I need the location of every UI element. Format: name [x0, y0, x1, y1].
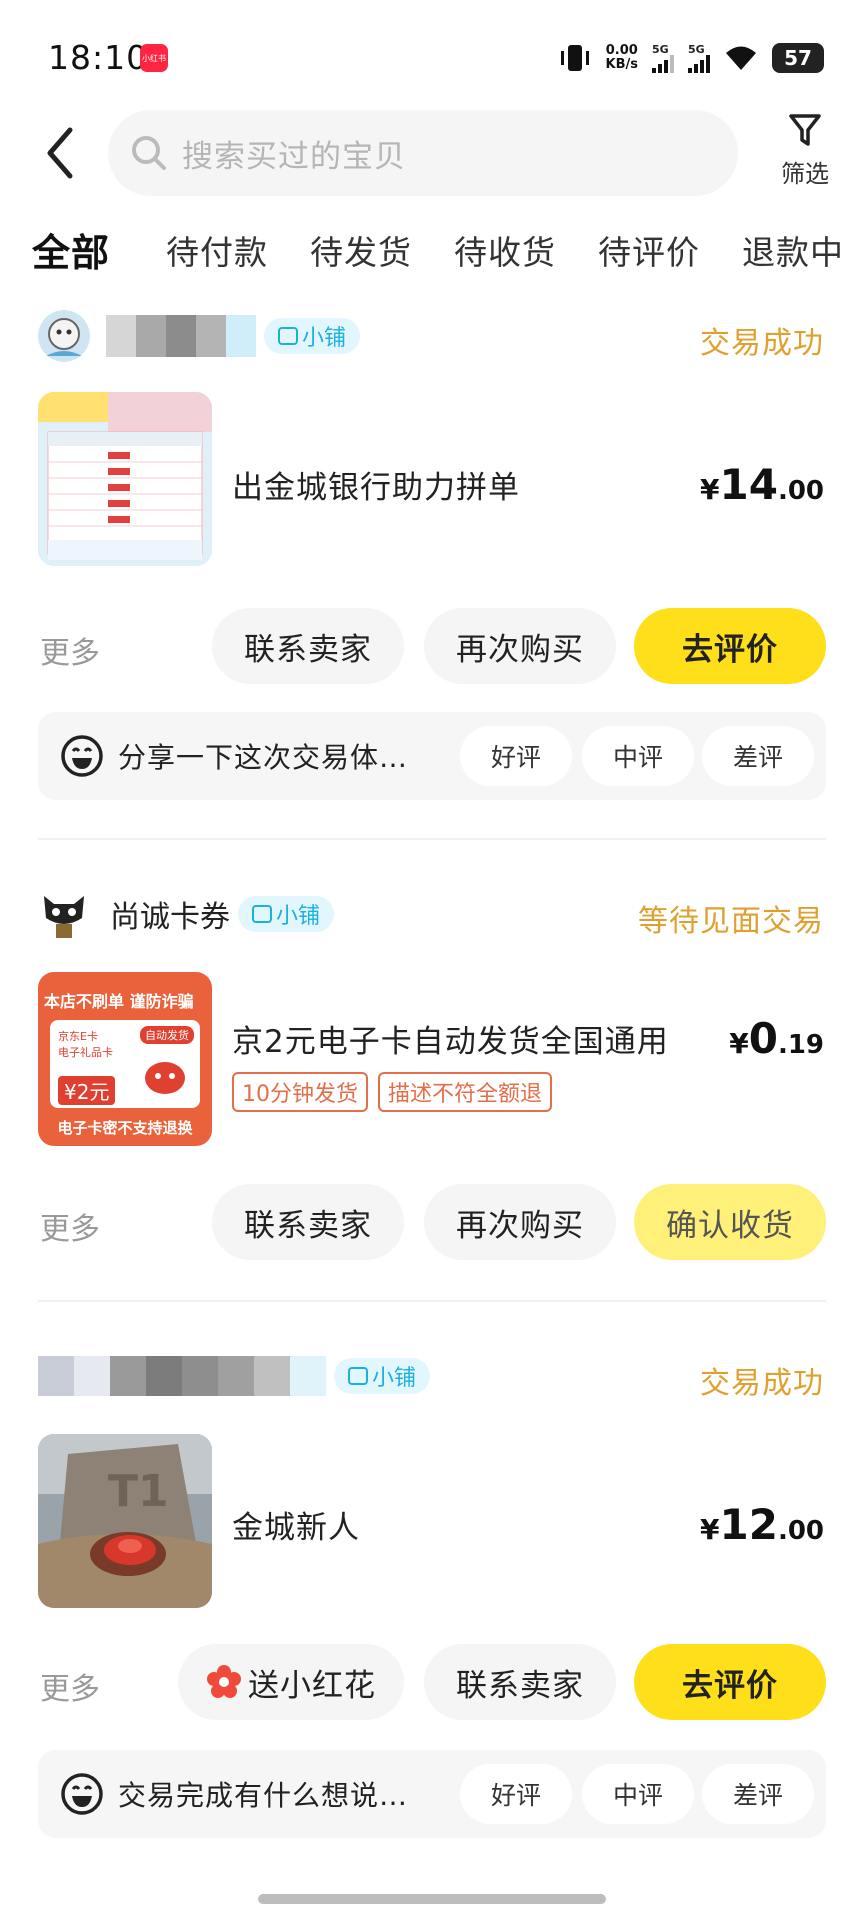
store-tag: 小铺	[334, 1358, 431, 1394]
mascot-icon	[145, 1062, 185, 1094]
order-status: 等待见面交易	[638, 904, 824, 939]
bad-rating-button[interactable]: 差评	[702, 1764, 814, 1824]
quick-review-bar: 交易完成有什么想说… 好评 中评 差评	[38, 1750, 826, 1838]
app-notification-badge: 小红书	[140, 44, 168, 72]
card-amount: ¥2元	[58, 1076, 116, 1105]
vibrate-icon	[560, 45, 589, 71]
more-button[interactable]: 更多	[40, 628, 100, 672]
quick-review-bar: 分享一下这次交易体… 好评 中评 差评	[38, 712, 826, 800]
filter-funnel-icon	[789, 114, 821, 146]
buy-again-button[interactable]: 再次购买	[424, 1184, 616, 1260]
tab-pending-shipment[interactable]: 待发货	[310, 226, 412, 274]
neutral-rating-button[interactable]: 中评	[582, 1764, 694, 1824]
product-price: ¥14.00	[700, 460, 824, 509]
contact-seller-button[interactable]: 联系卖家	[212, 1184, 404, 1260]
store-tag-icon	[278, 327, 298, 345]
product-title[interactable]: 京2元电子卡自动发货全国通用	[232, 1016, 669, 1061]
search-icon	[132, 136, 166, 170]
auto-ship-label: 自动发货	[140, 1026, 194, 1044]
product-thumbnail[interactable]: T1	[38, 1434, 212, 1608]
product-thumbnail[interactable]: 本店不刷单 谨防诈骗 京东E卡 电子礼品卡 自动发货 ¥2元 电子卡密不支持退换	[38, 972, 212, 1146]
shop-row[interactable]: 小铺	[38, 308, 361, 364]
review-prompt: 分享一下这次交易体…	[118, 741, 409, 774]
good-rating-button[interactable]: 好评	[460, 726, 572, 786]
home-indicator[interactable]	[258, 1894, 606, 1904]
store-tag-icon	[348, 1367, 368, 1385]
buy-again-button[interactable]: 再次购买	[424, 608, 616, 684]
search-placeholder: 搜索买过的宝贝	[182, 138, 406, 175]
product-price: ¥0.19	[729, 1014, 824, 1063]
red-flower-icon	[207, 1665, 241, 1698]
review-prompt: 交易完成有什么想说…	[118, 1779, 409, 1812]
contact-seller-button[interactable]: 联系卖家	[424, 1644, 616, 1720]
shop-name: 尚诚卡券	[110, 900, 230, 935]
store-tag-icon	[252, 905, 272, 923]
refund-guarantee-tag: 描述不符全额退	[378, 1072, 553, 1112]
order-status: 交易成功	[700, 1366, 824, 1401]
order-tabs: 全部 待付款 待发货 待收货 待评价 退款中	[0, 226, 864, 286]
product-thumbnail[interactable]	[38, 392, 212, 566]
bad-rating-button[interactable]: 差评	[702, 726, 814, 786]
gift-card-graphic: 京东E卡 电子礼品卡 自动发货 ¥2元	[50, 1020, 200, 1108]
send-flower-button[interactable]: 送小红花	[178, 1644, 404, 1720]
svg-text:T1: T1	[108, 1466, 169, 1517]
signal-1-icon: 5G	[652, 44, 674, 73]
divider	[38, 1300, 826, 1302]
signal-2-icon: 5G	[688, 44, 710, 73]
review-button[interactable]: 去评价	[634, 608, 826, 684]
product-price: ¥12.00	[700, 1500, 824, 1549]
filter-label: 筛选	[781, 160, 829, 188]
shop-row[interactable]: 小铺	[38, 1348, 431, 1404]
contact-seller-button[interactable]: 联系卖家	[212, 608, 404, 684]
filter-button[interactable]: 筛选	[770, 112, 840, 202]
tab-refunding[interactable]: 退款中	[742, 226, 844, 274]
neutral-rating-button[interactable]: 中评	[582, 726, 694, 786]
review-button[interactable]: 去评价	[634, 1644, 826, 1720]
card-line-1: 京东E卡	[58, 1030, 98, 1043]
store-tag: 小铺	[238, 896, 335, 932]
shop-name-blurred	[106, 315, 256, 357]
back-arrow-icon	[47, 127, 73, 179]
tab-pending-receipt[interactable]: 待收货	[454, 226, 556, 274]
shop-row[interactable]: 尚诚卡券 小铺	[38, 886, 335, 942]
ship-time-tag: 10分钟发货	[232, 1072, 368, 1112]
smile-face-icon	[61, 1773, 103, 1815]
thumb-footer: 电子卡密不支持退换	[57, 1119, 193, 1137]
net-speed: 0.00 KB/s	[605, 43, 638, 72]
more-button[interactable]: 更多	[40, 1664, 100, 1708]
status-time: 18:10	[48, 38, 149, 77]
smile-face-icon	[61, 735, 103, 777]
divider	[38, 838, 826, 840]
good-rating-button[interactable]: 好评	[460, 1764, 572, 1824]
tab-pending-payment[interactable]: 待付款	[166, 226, 268, 274]
product-title[interactable]: 出金城银行助力拼单	[232, 462, 520, 507]
shop-name-blurred	[38, 1356, 326, 1396]
order-status: 交易成功	[700, 326, 824, 361]
tab-all[interactable]: 全部	[32, 222, 111, 277]
card-line-2: 电子礼品卡	[58, 1046, 113, 1059]
status-bar: 18:10 小红书 0.00 KB/s 5G 5G 57	[0, 0, 864, 110]
tab-pending-review[interactable]: 待评价	[598, 226, 700, 274]
product-tags: 10分钟发货 描述不符全额退	[232, 1072, 553, 1112]
back-button[interactable]	[38, 122, 88, 184]
confirm-receipt-button[interactable]: 确认收货	[634, 1184, 826, 1260]
battery-icon: 57	[772, 43, 824, 73]
search-input[interactable]: 搜索买过的宝贝	[108, 110, 738, 196]
shop-avatar	[38, 888, 90, 940]
product-title[interactable]: 金城新人	[232, 1502, 360, 1547]
shop-avatar	[38, 310, 90, 362]
thumb-banner: 本店不刷单 谨防诈骗	[44, 992, 194, 1011]
more-button[interactable]: 更多	[40, 1204, 100, 1248]
store-tag: 小铺	[264, 318, 361, 354]
status-icons: 0.00 KB/s 5G 5G 57	[558, 40, 824, 76]
wifi-icon	[726, 46, 756, 70]
